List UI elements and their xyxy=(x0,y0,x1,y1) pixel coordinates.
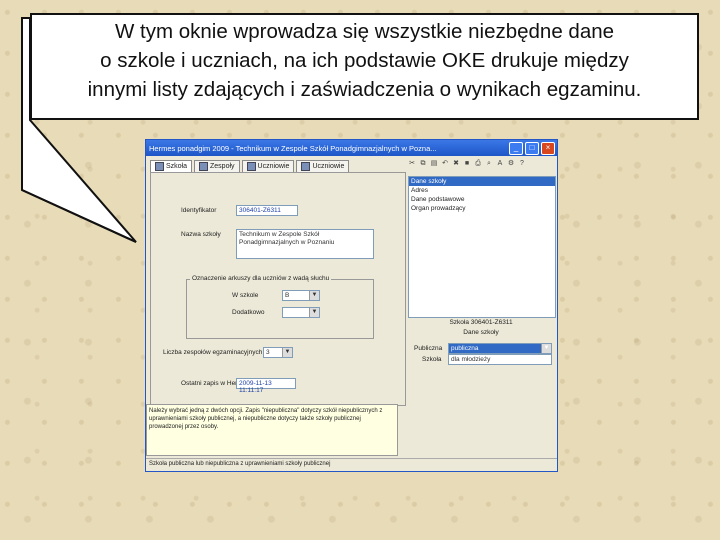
callout-line-3: innymi listy zdających i zaświadczenia o… xyxy=(87,78,642,101)
hearing-group: Oznaczenie arkuszy dla uczniów z wadą sł… xyxy=(186,275,374,339)
school-info-section: Dane szkoły xyxy=(463,329,499,336)
find-icon[interactable]: ⌕ xyxy=(485,160,493,168)
public-select[interactable]: publiczna ▼ xyxy=(448,343,552,354)
school-icon xyxy=(155,162,164,171)
school-type-field[interactable]: dla młodzieży xyxy=(448,354,552,365)
callout-box: W tym oknie wprowadza się wszystkie niez… xyxy=(30,13,699,120)
paste-icon[interactable]: ▤ xyxy=(430,160,438,168)
tab-school[interactable]: Szkoła xyxy=(150,160,193,172)
status-bar: Szkoła publiczna lub niepubliczna z upra… xyxy=(146,458,557,470)
undo-icon[interactable]: ↶ xyxy=(441,160,449,168)
section-list: Dane szkoły Adres Dane podstawowe Organ … xyxy=(408,176,556,318)
list-item[interactable]: Organ prowadzący xyxy=(409,204,555,213)
toolbar: ✂ ⧉ ▤ ↶ ✖ ■ ⎙ ⌕ A ⚙ ? xyxy=(408,160,526,168)
list-item[interactable]: Dane podstawowe xyxy=(409,195,555,204)
school-type-label: Szkoła xyxy=(422,356,442,363)
maximize-button[interactable]: □ xyxy=(525,141,539,155)
last-saved-field: 2009-11-13 11:11:17 xyxy=(236,378,296,394)
tab-students-2-label: Uczniowie xyxy=(312,163,345,170)
delete-icon[interactable]: ✖ xyxy=(452,160,460,168)
school-info: Szkoła 306401-Z6311 Dane szkoły xyxy=(408,318,554,340)
students-icon xyxy=(246,162,256,171)
tab-students-2[interactable]: Uczniowie xyxy=(296,160,350,172)
public-value: publiczna xyxy=(451,345,479,352)
team-count-value: 3 xyxy=(266,349,270,356)
tab-students[interactable]: Uczniowie xyxy=(241,160,295,172)
font-icon[interactable]: A xyxy=(496,160,504,168)
additional-select[interactable]: ▼ xyxy=(282,307,320,318)
additional-label: Dodatkowo xyxy=(232,309,265,316)
help-icon[interactable]: ? xyxy=(518,160,526,168)
team-count-label: Liczba zespołów egzaminacyjnych xyxy=(163,349,263,356)
chevron-down-icon[interactable]: ▼ xyxy=(541,344,551,353)
school-name-label: Nazwa szkoły xyxy=(181,231,221,238)
tab-students-label: Uczniowie xyxy=(257,163,290,170)
settings-icon[interactable]: ⚙ xyxy=(507,160,515,168)
chevron-down-icon[interactable]: ▼ xyxy=(282,348,292,357)
identifier-field[interactable]: 306401-Z6311 xyxy=(236,205,298,216)
callout-text: W tym oknie wprowadza się wszystkie niez… xyxy=(32,17,697,104)
chevron-down-icon[interactable]: ▼ xyxy=(309,291,319,300)
cut-icon[interactable]: ✂ xyxy=(408,160,416,168)
identifier-label: Identyfikator xyxy=(181,207,217,214)
in-school-label: W szkole xyxy=(232,292,259,299)
school-info-id: Szkoła 306401-Z6311 xyxy=(449,319,513,326)
callout-line-1: W tym oknie wprowadza się wszystkie niez… xyxy=(114,20,615,43)
help-message: Należy wybrać jedną z dwóch opcji. Zapis… xyxy=(146,404,398,456)
copy-icon[interactable]: ⧉ xyxy=(419,160,427,168)
teams-icon xyxy=(199,162,209,171)
students-2-icon xyxy=(301,162,311,171)
minimize-button[interactable]: _ xyxy=(509,141,523,155)
callout-line-2: o szkole i uczniach, na ich podstawie OK… xyxy=(100,49,629,72)
tab-school-label: Szkoła xyxy=(166,163,188,170)
list-item[interactable]: Dane szkoły xyxy=(409,177,555,186)
public-label: Publiczna xyxy=(414,345,443,352)
tab-teams-label: Zespoły xyxy=(210,163,235,170)
in-school-value: B xyxy=(285,292,290,299)
school-form: Identyfikator 306401-Z6311 Nazwa szkoły … xyxy=(150,172,406,406)
hearing-group-title: Oznaczenie arkuszy dla uczniów z wadą sł… xyxy=(190,275,332,282)
school-name-line-1: Technikum w Zespole Szkół xyxy=(239,231,320,238)
window-title: Hermes ponadgim 2009 - Technikum w Zespo… xyxy=(149,143,437,153)
chevron-down-icon[interactable]: ▼ xyxy=(309,308,319,317)
list-item[interactable]: Adres xyxy=(409,186,555,195)
tab-teams[interactable]: Zespoły xyxy=(194,160,240,172)
print-icon[interactable]: ⎙ xyxy=(474,160,482,168)
team-count-select[interactable]: 3 ▼ xyxy=(263,347,293,358)
school-name-field[interactable]: Technikum w Zespole Szkół Ponadgimnazjal… xyxy=(236,229,374,259)
title-bar[interactable]: Hermes ponadgim 2009 - Technikum w Zespo… xyxy=(146,140,557,156)
school-name-line-2: Ponadgimnazjalnych w Poznaniu xyxy=(239,239,335,246)
in-school-select[interactable]: B ▼ xyxy=(282,290,320,301)
close-button[interactable]: × xyxy=(541,141,555,155)
tab-bar: Szkoła Zespoły Uczniowie Uczniowie xyxy=(150,160,350,172)
app-window: Hermes ponadgim 2009 - Technikum w Zespo… xyxy=(145,139,558,472)
save-icon[interactable]: ■ xyxy=(463,160,471,168)
